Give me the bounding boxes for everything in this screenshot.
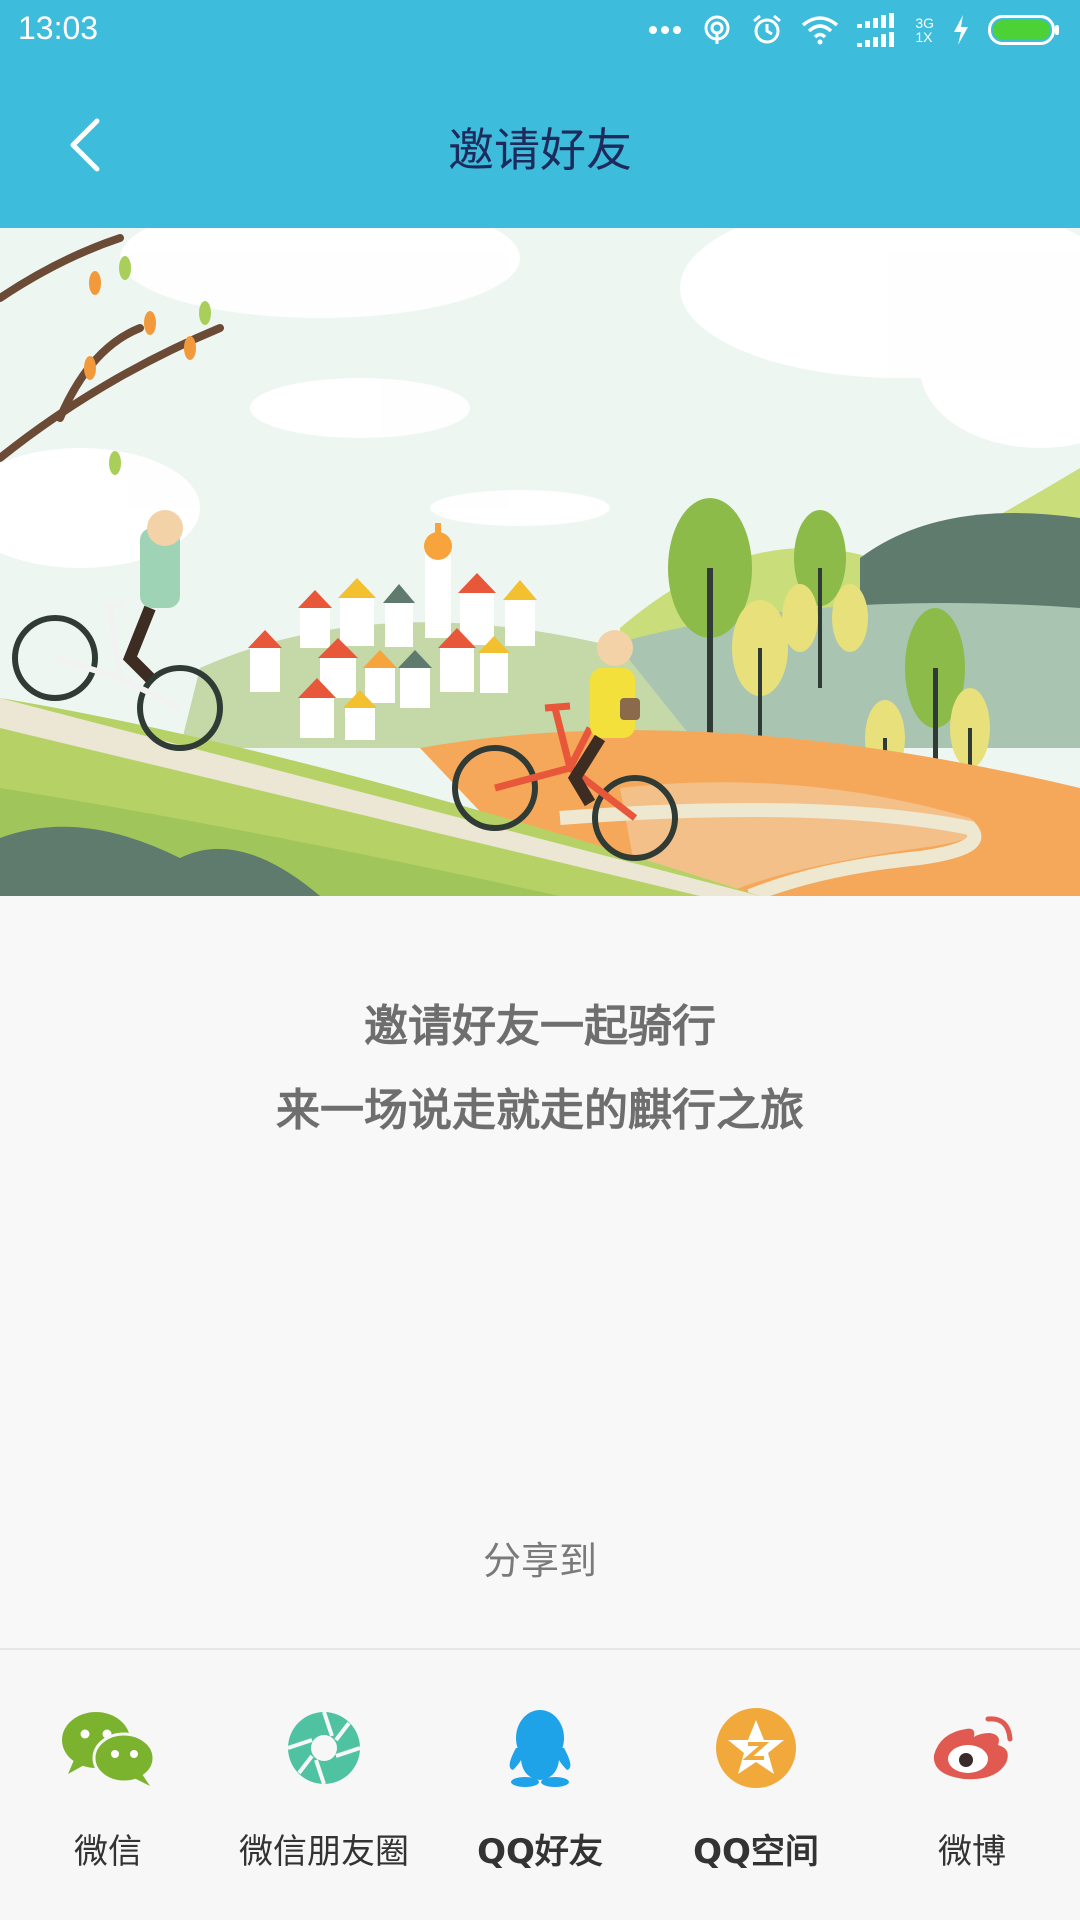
share-qzone-button[interactable]: QQ空间 bbox=[648, 1650, 864, 1920]
share-qq-label: QQ好友 bbox=[477, 1832, 603, 1872]
hotspot-icon bbox=[704, 15, 730, 44]
share-moments-label: 微信朋友圈 bbox=[239, 1832, 409, 1872]
signal-icon bbox=[857, 13, 895, 47]
network-type: 3G 1X bbox=[915, 15, 934, 45]
qzone-icon bbox=[706, 1698, 806, 1798]
moments-icon bbox=[274, 1698, 374, 1798]
invite-line-2: 来一场说走就走的麒行之旅 bbox=[276, 1085, 804, 1136]
share-wechat-button[interactable]: 微信 bbox=[0, 1650, 216, 1920]
wifi-icon bbox=[802, 16, 839, 45]
weibo-icon bbox=[922, 1698, 1022, 1798]
cycling-scene-illustration bbox=[0, 228, 1080, 896]
status-time: 13:03 bbox=[18, 10, 99, 46]
invite-line-1: 邀请好友一起骑行 bbox=[364, 1001, 716, 1052]
share-wechat-label: 微信 bbox=[74, 1832, 142, 1872]
qq-icon bbox=[490, 1698, 590, 1798]
wechat-icon bbox=[58, 1698, 158, 1798]
status-icons: 3G 1X bbox=[647, 10, 1060, 50]
share-to-label: 分享到 bbox=[482, 1539, 597, 1583]
charging-icon bbox=[954, 15, 968, 45]
alarm-icon bbox=[753, 14, 782, 44]
share-weibo-button[interactable]: 微博 bbox=[864, 1650, 1080, 1920]
share-weibo-label: 微博 bbox=[938, 1832, 1006, 1872]
status-bar: 13:03 3G 1X bbox=[0, 0, 1080, 60]
share-panel: 微信 微信朋友圈 QQ好友 QQ空间 微博 bbox=[0, 1648, 1080, 1920]
share-moments-button[interactable]: 微信朋友圈 bbox=[216, 1650, 432, 1920]
battery-icon bbox=[988, 15, 1059, 45]
more-dots-icon bbox=[649, 26, 682, 34]
share-qzone-label: QQ空间 bbox=[693, 1832, 819, 1872]
app-header: 邀请好友 bbox=[0, 60, 1080, 228]
banner-illustration bbox=[0, 228, 1080, 896]
page-title: 邀请好友 bbox=[448, 123, 632, 177]
share-qq-button[interactable]: QQ好友 bbox=[432, 1650, 648, 1920]
invite-message: 邀请好友一起骑行 来一场说走就走的麒行之旅 bbox=[0, 985, 1080, 1153]
